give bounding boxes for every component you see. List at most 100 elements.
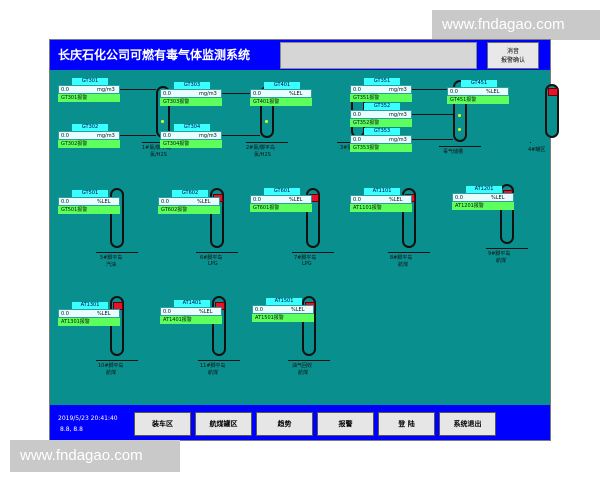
nav-jet-fuel-tank-button[interactable]: 航煤罐区 xyxy=(195,412,252,436)
detector-reading: 0.0 %LEL xyxy=(252,305,314,314)
detector-alarm-name: GT302报警 xyxy=(58,140,120,148)
detector-reading: 0.0 %LEL xyxy=(350,195,412,204)
detector-reading: 0.0 %LEL xyxy=(158,197,220,206)
detector-id: GT353 xyxy=(364,128,400,135)
tank-4-label: 毒气储槽 xyxy=(443,149,464,155)
detector-reading: 0.0 %LEL xyxy=(58,197,120,206)
tank-6-label: 5#脚平岛 xyxy=(100,255,123,261)
detector-id: GT401 xyxy=(264,82,300,89)
detector-id: GT601 xyxy=(264,188,300,195)
tank-11-label: 10#脚平岛 xyxy=(98,363,124,369)
detector-id: GT303 xyxy=(174,82,210,89)
tank-12-sublabel: 航煤 xyxy=(208,370,219,376)
detector-reading: 0.0 mg/m3 xyxy=(350,110,412,119)
alarm-lamp xyxy=(548,88,558,96)
tank-6-sublabel: 汽油 xyxy=(106,262,117,268)
detector-id: GT304 xyxy=(174,124,210,131)
detector-alarm-name: GT353报警 xyxy=(350,144,412,152)
detector-reading: 0.0 %LEL xyxy=(160,307,222,316)
nav-trend-button[interactable]: 趋势 xyxy=(256,412,313,436)
tank-base xyxy=(439,146,481,147)
detector-id: GT352 xyxy=(364,103,400,110)
user-display: 8.8, 8.8 xyxy=(60,426,83,433)
tank-base xyxy=(388,252,430,253)
detector-reading: 0.0 mg/m3 xyxy=(350,85,412,94)
tank-base xyxy=(198,360,240,361)
plant-diagram: 1#氯/脚平岛 氯/H2S 2#氯/脚平岛 氯/H2S 3#氯槽站 毒气储槽 5… xyxy=(50,70,559,405)
tank-11-sublabel: 航煤 xyxy=(106,370,117,376)
watermark-bottom: www.fndagao.com xyxy=(10,440,180,472)
tank-1-sublabel: 氯/H2S xyxy=(150,152,167,158)
detector-id: GT301 xyxy=(72,78,108,85)
tank-10-sublabel: 航煤 xyxy=(496,258,507,264)
title-bar: 长庆石化公司可燃有毒气体监测系统 消音 报警确认 xyxy=(50,40,550,70)
tank-base xyxy=(486,248,528,249)
detector-alarm-name: AT1101报警 xyxy=(350,204,412,212)
tank-7-sublabel: LPG xyxy=(208,261,218,267)
detector-alarm-name: GT301报警 xyxy=(58,94,120,102)
tank-2-sublabel: 氯/H2S xyxy=(254,152,271,158)
tank-8-label: 7#脚平岛 xyxy=(294,255,317,261)
nav-alarm-button[interactable]: 报警 xyxy=(317,412,374,436)
detector-id: GT351 xyxy=(364,78,400,85)
detector-reading: 0.0 mg/m3 xyxy=(58,85,120,94)
detector-id: AT1101 xyxy=(364,188,400,195)
detector-reading: 0.0 mg/m3 xyxy=(350,135,412,144)
watermark-top: www.fndagao.com xyxy=(432,10,600,40)
detector-reading: 0.0 %LEL xyxy=(452,193,514,202)
tank-9-sublabel: 航煤 xyxy=(398,262,409,268)
tank-base xyxy=(96,360,138,361)
scada-window: 长庆石化公司可燃有毒气体监测系统 消音 报警确认 1#氯/脚平岛 氯/H2S 2… xyxy=(50,40,559,440)
tank-13-label: 油气回收 xyxy=(292,363,313,369)
detector-alarm-name: AT1401报警 xyxy=(160,316,222,324)
nav-login-button[interactable]: 登 陆 xyxy=(378,412,435,436)
detector-reading: 0.0 %LEL xyxy=(447,87,509,96)
alarm-message-box xyxy=(280,42,477,69)
tank-7-label: 6#脚平岛 xyxy=(200,255,223,261)
status-dot xyxy=(161,120,164,123)
detector-alarm-name: GT303报警 xyxy=(160,98,222,106)
status-dot xyxy=(458,114,461,117)
detector-alarm-name: GT451报警 xyxy=(447,96,509,104)
tank-13-sublabel: 航煤 xyxy=(298,370,309,376)
detector-id: GT302 xyxy=(72,124,108,131)
wire xyxy=(120,89,156,90)
ack-line2: 报警确认 xyxy=(500,56,525,64)
detector-alarm-name: GT304报警 xyxy=(160,140,222,148)
detector-alarm-name: GT352报警 xyxy=(350,119,412,127)
tank-12-label: 11#脚平岛 xyxy=(200,363,226,369)
datetime-display: 2019/5/23 20:41:40 xyxy=(58,415,118,422)
detector-id: GT451 xyxy=(461,80,497,87)
detector-id: GT501 xyxy=(72,190,108,197)
nav-exit-button[interactable]: 系统退出 xyxy=(439,412,496,436)
nav-loading-area-button[interactable]: 装车区 xyxy=(134,412,191,436)
tank-8-sublabel: LPG xyxy=(302,261,312,267)
tank-base xyxy=(288,360,330,361)
detector-reading: 0.0 mg/m3 xyxy=(160,89,222,98)
wire xyxy=(412,114,453,115)
detector-alarm-name: GT401报警 xyxy=(250,98,312,106)
detector-reading: 0.0 mg/m3 xyxy=(160,131,222,140)
detector-alarm-name: AT1301报警 xyxy=(58,318,120,326)
detector-reading: 0.0 %LEL xyxy=(58,309,120,318)
detector-reading: 0.0 mg/m3 xyxy=(58,131,120,140)
detector-id: AT1501 xyxy=(266,298,302,305)
detector-id: AT1301 xyxy=(72,302,108,309)
detector-alarm-name: GT501报警 xyxy=(58,206,120,214)
tank-10-label: 9#脚平岛 xyxy=(488,251,511,257)
footer-bar: 2019/5/23 20:41:40 8.8, 8.8 装车区 航煤罐区 趋势 … xyxy=(50,405,550,440)
detector-id: GT602 xyxy=(172,190,208,197)
wire xyxy=(120,135,156,136)
alarm-ack-button[interactable]: 消音 报警确认 xyxy=(487,42,539,69)
page-title: 长庆石化公司可燃有毒气体监测系统 xyxy=(58,48,251,62)
tank-base xyxy=(96,252,138,253)
detector-alarm-name: AT1501报警 xyxy=(252,314,314,322)
tank-base xyxy=(246,142,288,143)
detector-reading: 0.0 %LEL xyxy=(250,195,312,204)
tank-base xyxy=(292,252,334,253)
status-dot xyxy=(458,128,461,131)
tank-5-label: 4#罐区 xyxy=(528,147,546,153)
detector-alarm-name: GT351报警 xyxy=(350,94,412,102)
wire xyxy=(412,139,453,140)
detector-alarm-name: AT1201报警 xyxy=(452,202,514,210)
